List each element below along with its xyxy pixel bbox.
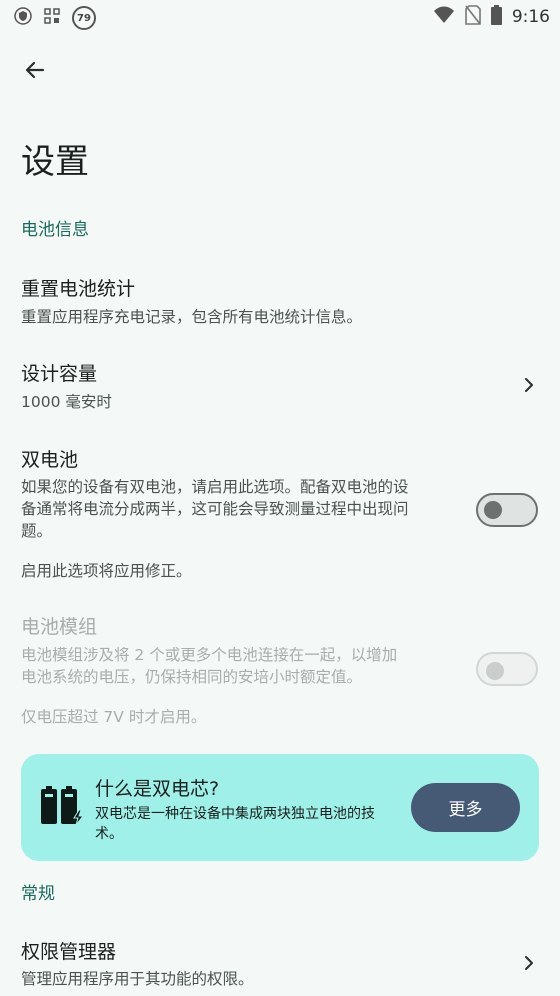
item-note: 仅电压超过 7V 时才启用。 <box>21 708 207 726</box>
item-subtitle-line: 如果您的设备有双电池，请启用此选项。配备双电池的设 <box>21 478 409 496</box>
section-header-general: 常规 <box>21 884 55 904</box>
battery-pack-toggle <box>476 652 538 686</box>
item-subtitle: 1000 毫安时 <box>21 393 112 411</box>
item-note: 启用此选项将应用修正。 <box>21 562 192 580</box>
item-title: 重置电池统计 <box>21 278 136 300</box>
dual-cell-info-card: 什么是双电芯? 双电芯是一种在设备中集成两块独立电池的技 术。 更多 <box>21 754 539 861</box>
shield-icon <box>14 7 32 29</box>
card-text-line: 术。 <box>95 826 123 842</box>
chevron-right-icon <box>525 378 533 392</box>
toggle-knob <box>484 501 502 519</box>
battery-icon <box>490 5 502 29</box>
item-subtitle-line: 电池系统的电压，仍保持相同的安培小时额定值。 <box>21 668 363 686</box>
card-text-line: 双电芯是一种在设备中集成两块独立电池的技 <box>95 806 375 822</box>
page-title: 设置 <box>21 142 89 182</box>
toggle-knob <box>486 662 504 680</box>
notification-badge: 79 <box>72 6 96 30</box>
card-text: 双电芯是一种在设备中集成两块独立电池的技 术。 <box>95 804 400 844</box>
item-subtitle-line: 备通常将电流分成两半，这可能会导致测量过程中出现问 <box>21 500 409 518</box>
item-subtitle: 管理应用程序用于其功能的权限。 <box>21 970 254 988</box>
card-title: 什么是双电芯? <box>95 778 220 800</box>
clock: 9:16 <box>511 7 550 27</box>
dual-battery-icon <box>41 786 85 826</box>
item-subtitle-line: 电池模组涉及将 2 个或更多个电池连接在一起，以增加 <box>21 646 398 664</box>
item-subtitle: 重置应用程序充电记录，包含所有电池统计信息。 <box>21 308 363 326</box>
no-sim-icon <box>465 5 481 29</box>
item-subtitle-line: 题。 <box>21 522 53 540</box>
more-button[interactable]: 更多 <box>411 783 520 832</box>
section-header-battery-info: 电池信息 <box>21 220 89 240</box>
dual-battery-toggle[interactable] <box>476 493 538 527</box>
item-title: 双电池 <box>21 449 79 471</box>
grid-icon <box>44 8 60 28</box>
arrow-left-icon <box>25 61 45 79</box>
item-title: 权限管理器 <box>21 941 117 963</box>
item-title: 设计容量 <box>21 363 98 385</box>
item-title: 电池模组 <box>21 616 98 638</box>
chevron-right-icon <box>525 956 533 970</box>
back-button[interactable] <box>20 55 50 85</box>
wifi-icon <box>433 6 455 28</box>
status-bar: 79 9:16 <box>0 0 560 32</box>
